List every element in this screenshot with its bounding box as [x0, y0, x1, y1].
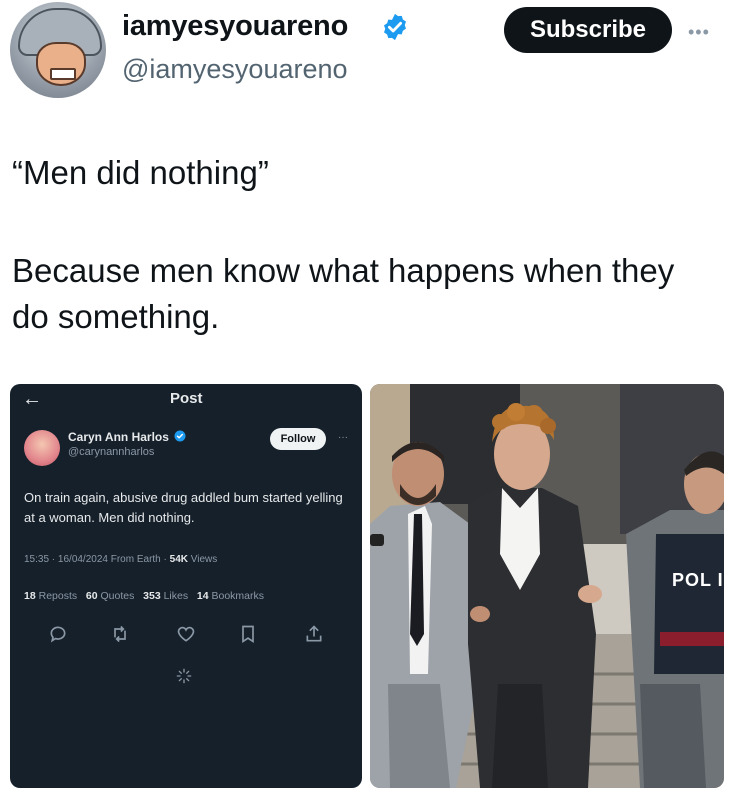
stat-bookmarks-label: Bookmarks: [211, 590, 264, 602]
news-photo-illustration: [370, 384, 724, 788]
tweet-text-quote: “Men did nothing”: [12, 154, 269, 191]
stat-likes-label: Likes: [163, 590, 189, 602]
repost-icon[interactable]: [110, 624, 130, 644]
embedded-author-handle[interactable]: @carynannharlos: [68, 446, 154, 458]
embedded-views-label: Views: [188, 554, 218, 565]
back-arrow-icon[interactable]: ←: [22, 388, 42, 411]
stat-bookmarks-count: 14: [196, 590, 209, 602]
stat-likes-count: 353: [143, 590, 161, 602]
news-photo: POL I: [370, 384, 724, 788]
embedded-post-screenshot: ← Post Caryn Ann Harlos @carynannharlos …: [10, 384, 362, 788]
author-avatar[interactable]: [10, 2, 106, 98]
embedded-author-name[interactable]: Caryn Ann Harlos: [68, 430, 169, 444]
author-display-name[interactable]: iamyesyouareno: [122, 10, 348, 43]
embedded-post-meta: 15:35 · 16/04/2024 From Earth · 54K View…: [24, 554, 217, 565]
avatar-face-shape: [36, 42, 86, 86]
embedded-verified-badge-icon: [174, 430, 186, 442]
embedded-more-icon[interactable]: ···: [338, 432, 348, 443]
stat-quotes[interactable]: 60 Quotes: [86, 590, 134, 602]
stat-bookmarks[interactable]: 14 Bookmarks: [197, 590, 264, 602]
stat-reposts-label: Reposts: [38, 590, 78, 602]
bookmark-icon[interactable]: [238, 624, 258, 644]
stat-quotes-count: 60: [85, 590, 98, 602]
stat-likes[interactable]: 353 Likes: [143, 590, 188, 602]
author-handle[interactable]: @iamyesyouareno: [122, 54, 348, 85]
embedded-views-count: 54K: [169, 554, 188, 565]
subscribe-button[interactable]: Subscribe: [504, 7, 672, 53]
like-icon[interactable]: [176, 624, 196, 644]
reply-icon[interactable]: [48, 624, 68, 644]
police-vest-label: POL I: [672, 570, 724, 590]
stat-quotes-label: Quotes: [100, 590, 135, 602]
verified-badge-icon: [384, 13, 406, 41]
share-icon[interactable]: [304, 624, 324, 644]
tweet-text-body: Because men know what happens when they …: [12, 252, 675, 335]
more-options-icon[interactable]: •••: [688, 22, 710, 43]
embedded-follow-button[interactable]: Follow: [270, 428, 326, 450]
embedded-page-title: Post: [170, 390, 203, 407]
avatar-mouth-shape: [50, 68, 76, 80]
embedded-meta-prefix: 15:35 · 16/04/2024 From Earth ·: [24, 554, 170, 565]
stat-reposts-count: 18: [24, 590, 36, 602]
embedded-author-avatar[interactable]: [24, 430, 60, 466]
embedded-engagement-stats: 18 Reposts 60 Quotes 353 Likes 14 Bookma…: [24, 590, 264, 602]
loading-spinner-icon: [176, 668, 192, 684]
stat-reposts[interactable]: 18 Reposts: [24, 590, 77, 602]
embedded-post-text: On train again, abusive drug addled bum …: [24, 490, 343, 525]
embedded-action-bar: [10, 624, 362, 648]
